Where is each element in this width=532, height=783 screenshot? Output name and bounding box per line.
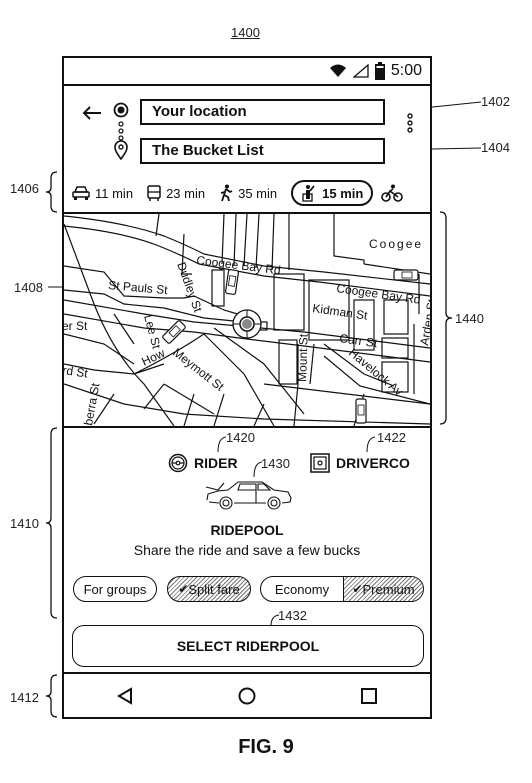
street-label: Dudley St bbox=[174, 260, 205, 314]
ref-map-area: 1440 bbox=[455, 311, 484, 326]
origin-dot-icon bbox=[113, 102, 129, 118]
map-car-icon bbox=[162, 320, 186, 344]
option-split-fare[interactable]: ✔ Split fare bbox=[167, 576, 251, 602]
chip-label: Economy bbox=[274, 581, 330, 597]
leader-line bbox=[217, 436, 227, 453]
tier-toggle: Economy ✔ Premium bbox=[260, 576, 424, 602]
mode-label: 15 min bbox=[322, 185, 364, 201]
mode-label: 23 min bbox=[166, 185, 206, 201]
ride-option-panel: 1420 1422 1430 RIDER DRIVERCO RIDEPOOL S… bbox=[64, 428, 430, 672]
destination-input[interactable]: The Bucket List bbox=[140, 138, 385, 164]
recents-nav-icon[interactable] bbox=[361, 687, 378, 704]
back-nav-icon[interactable] bbox=[116, 686, 133, 705]
map-car-icon bbox=[225, 269, 239, 295]
ref-rider-brand: 1420 bbox=[226, 430, 255, 445]
mode-rideshare[interactable]: 15 min bbox=[291, 180, 374, 206]
location-pin-icon bbox=[114, 140, 128, 160]
mode-label: 35 min bbox=[238, 185, 278, 201]
ref-mode-bar: 1406 bbox=[10, 181, 39, 196]
ride-subtitle: Share the ride and save a few bucks bbox=[133, 542, 361, 558]
tier-premium[interactable]: ✔ Premium bbox=[344, 577, 423, 601]
mode-transit[interactable]: 23 min bbox=[147, 185, 205, 201]
ref-map-marker: 1408 bbox=[14, 280, 43, 295]
map-canvas[interactable]: Coogee Bay Rd Coogee Bay Rd Coogee Dudle… bbox=[64, 214, 430, 426]
leader-line bbox=[366, 436, 376, 453]
bike-icon bbox=[381, 184, 404, 202]
brace-map-area bbox=[439, 211, 453, 425]
wifi-icon bbox=[329, 64, 346, 77]
route-dots-icon bbox=[118, 121, 124, 141]
rideshare-icon bbox=[302, 185, 315, 202]
street-label: Coogee bbox=[369, 237, 423, 251]
street-label: Meymott St bbox=[170, 345, 227, 394]
street-label: Mount St bbox=[295, 333, 311, 382]
check-icon: ✔ bbox=[178, 582, 189, 596]
ride-title: RIDEPOOL bbox=[210, 522, 284, 538]
brand-label: DRIVERCO bbox=[336, 455, 410, 471]
car-illustration-icon bbox=[205, 481, 292, 510]
chip-label: Split fare bbox=[188, 581, 240, 597]
mode-driving[interactable]: 11 min bbox=[72, 186, 133, 201]
street-label: How bbox=[139, 346, 167, 369]
mode-bike[interactable] bbox=[381, 184, 404, 202]
ref-car-image: 1430 bbox=[261, 456, 290, 471]
figure-number: 1400 bbox=[231, 25, 260, 40]
map-car-icon bbox=[355, 398, 367, 424]
ref-driverco-brand: 1422 bbox=[377, 430, 406, 445]
brand-driverco[interactable]: DRIVERCO bbox=[310, 453, 410, 473]
phone-frame: 5:00 Your location The Bucket List 11 mi… bbox=[62, 56, 432, 719]
map-car-icon bbox=[393, 269, 419, 281]
ref-nav-bar: 1412 bbox=[10, 690, 39, 705]
current-location-marker[interactable] bbox=[232, 309, 262, 339]
option-for-groups[interactable]: For groups bbox=[73, 576, 157, 602]
driverco-logo-icon bbox=[310, 453, 330, 473]
select-riderpool-button[interactable]: SELECT RIDERPOOL bbox=[72, 625, 424, 667]
home-nav-icon[interactable] bbox=[238, 687, 256, 705]
car-icon bbox=[72, 186, 90, 200]
brace-ride-panel bbox=[45, 427, 58, 619]
chip-label: Premium bbox=[362, 581, 415, 597]
street-label: berra St bbox=[81, 381, 102, 426]
street-label: Kidman St bbox=[312, 301, 369, 323]
mode-walking[interactable]: 35 min bbox=[219, 184, 277, 202]
more-vertical-icon[interactable] bbox=[406, 112, 414, 134]
street-label: St Pauls St bbox=[108, 278, 169, 297]
status-time: 5:00 bbox=[390, 62, 422, 79]
ref-origin-field: 1402 bbox=[481, 94, 510, 109]
system-nav-bar bbox=[64, 672, 430, 717]
street-label: er St bbox=[64, 319, 88, 333]
cell-signal-icon bbox=[352, 64, 369, 78]
brand-label: RIDER bbox=[194, 455, 238, 471]
status-bar: 5:00 bbox=[64, 58, 430, 86]
transit-icon bbox=[147, 185, 161, 201]
brace-mode-bar bbox=[45, 171, 58, 213]
rider-logo-icon bbox=[168, 453, 188, 473]
mode-label: 11 min bbox=[95, 185, 134, 201]
arrow-left-icon[interactable] bbox=[82, 105, 102, 121]
battery-icon bbox=[374, 62, 385, 80]
figure-caption: FIG. 9 bbox=[238, 736, 294, 758]
route-header: Your location The Bucket List bbox=[64, 86, 430, 174]
leader-line bbox=[253, 461, 263, 478]
chip-label: For groups bbox=[83, 581, 147, 597]
walk-icon bbox=[220, 184, 233, 202]
check-icon: ✔ bbox=[352, 582, 363, 596]
brand-rider[interactable]: RIDER bbox=[168, 453, 238, 473]
ref-ride-panel: 1410 bbox=[10, 516, 39, 531]
origin-input[interactable]: Your location bbox=[140, 99, 385, 125]
ref-select-button: 1432 bbox=[278, 608, 307, 623]
travel-mode-bar: 11 min 23 min 35 min 15 min bbox=[64, 174, 430, 214]
street-label: rd St bbox=[64, 363, 89, 380]
map-view[interactable]: Coogee Bay Rd Coogee Bay Rd Coogee Dudle… bbox=[64, 214, 430, 428]
brace-nav-bar bbox=[45, 674, 58, 718]
ref-destination-field: 1404 bbox=[481, 140, 510, 155]
tier-economy[interactable]: Economy bbox=[261, 577, 344, 601]
